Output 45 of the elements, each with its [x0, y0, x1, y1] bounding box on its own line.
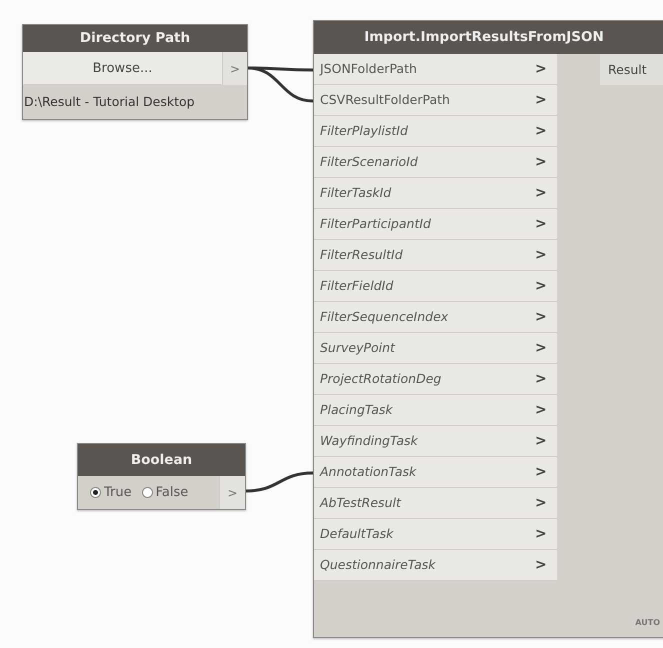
input-port[interactable]: WayfindingTask >	[314, 426, 557, 457]
chevron-icon: >	[535, 90, 557, 110]
input-port[interactable]: JSONFolderPath >	[314, 54, 557, 85]
chevron-icon: >	[535, 182, 557, 204]
chevron-icon: >	[535, 430, 557, 452]
chevron-icon: >	[535, 152, 557, 172]
node-title: Directory Path	[23, 25, 247, 52]
chevron-icon: >	[535, 400, 557, 420]
output-port[interactable]: Result	[600, 54, 663, 85]
chevron-icon: >	[535, 492, 557, 514]
chevron-icon: >	[535, 214, 557, 234]
chevron-icon: >	[535, 120, 557, 142]
input-port[interactable]: SurveyPoint >	[314, 333, 557, 364]
node-title: Boolean	[78, 444, 245, 476]
input-port[interactable]: FilterScenarioId >	[314, 147, 557, 178]
option-label: False	[156, 484, 188, 502]
input-port[interactable]: CSVResultFolderPath >	[314, 85, 557, 116]
input-port[interactable]: FilterTaskId >	[314, 178, 557, 209]
chevron-icon: >	[535, 244, 557, 266]
path-text: D:\Result - Tutorial Desktop	[23, 93, 196, 111]
chevron-icon: >	[535, 306, 557, 328]
input-port[interactable]: AnnotationTask >	[314, 457, 557, 488]
input-port[interactable]: FilterSequenceIndex >	[314, 302, 557, 333]
input-port[interactable]: ProjectRotationDeg >	[314, 364, 557, 395]
input-port[interactable]: FilterParticipantId >	[314, 209, 557, 240]
input-port[interactable]: DefaultTask >	[314, 519, 557, 550]
radio-button[interactable]	[142, 487, 153, 498]
chevron-icon: >	[535, 338, 557, 358]
input-port[interactable]: FilterPlaylistId >	[314, 116, 557, 147]
lacing-label: AUTO	[635, 617, 660, 629]
chevron-icon: >	[535, 58, 557, 80]
input-port[interactable]: FilterResultId >	[314, 240, 557, 271]
chevron-icon: >	[535, 462, 557, 482]
chevron-icon: >	[535, 554, 557, 576]
radio-button[interactable]	[90, 487, 101, 498]
browse-button[interactable]: Browse...	[23, 52, 222, 85]
chevron-icon: >	[535, 368, 557, 390]
option-label: True	[104, 484, 132, 502]
chevron-icon: >	[535, 524, 557, 544]
input-port[interactable]: FilterFieldId >	[314, 271, 557, 302]
input-port[interactable]: AbTestResult >	[314, 488, 557, 519]
chevron-icon: >	[535, 276, 557, 296]
input-port[interactable]: QuestionnaireTask >	[314, 550, 557, 581]
node-title: Import.ImportResultsFromJSON	[314, 21, 663, 54]
input-port[interactable]: PlacingTask >	[314, 395, 557, 426]
